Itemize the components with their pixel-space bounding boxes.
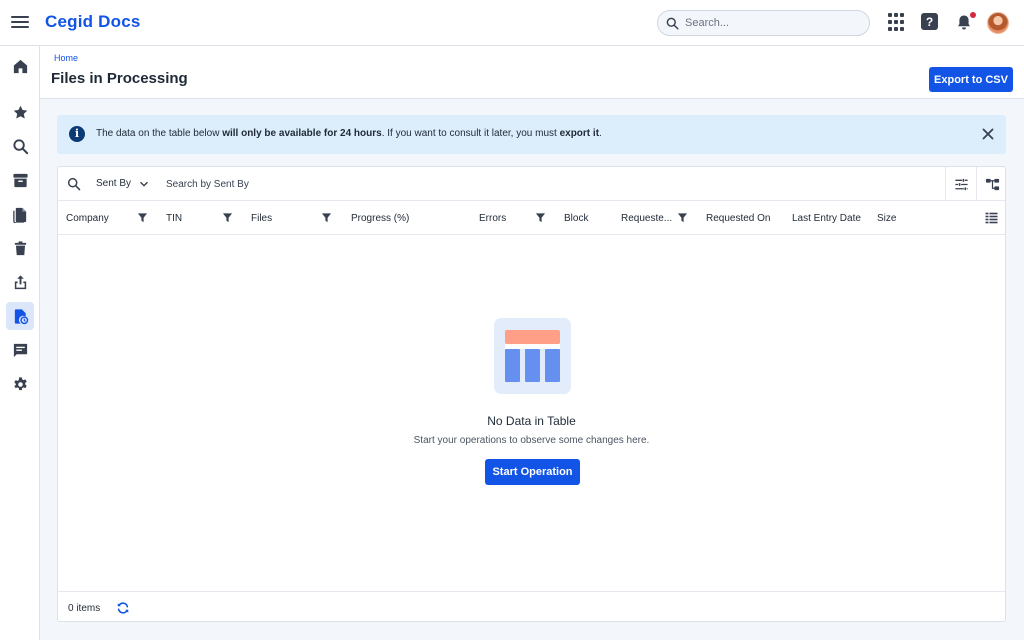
- refresh-icon[interactable]: [116, 601, 130, 615]
- sidebar-item-trash[interactable]: [6, 234, 34, 262]
- sidebar-item-home[interactable]: [6, 52, 34, 80]
- close-icon[interactable]: [981, 127, 995, 141]
- menu-icon[interactable]: [11, 13, 29, 31]
- banner-text-2: . If you want to consult it later, you m…: [381, 128, 560, 139]
- filter-icon[interactable]: [222, 212, 233, 223]
- filter-icon[interactable]: [535, 212, 546, 223]
- empty-state-title: No Data in Table: [487, 414, 576, 428]
- file-processing-icon: [14, 308, 28, 324]
- filter-icon[interactable]: [321, 212, 332, 223]
- home-icon: [13, 59, 27, 73]
- sidebar-item-archive[interactable]: [6, 166, 34, 194]
- filter-settings-button[interactable]: [945, 167, 976, 201]
- breadcrumb-home[interactable]: Home: [54, 53, 78, 63]
- help-glyph: ?: [925, 14, 934, 29]
- illustration-header: [505, 330, 560, 344]
- column-header-tin[interactable]: TIN: [166, 213, 182, 224]
- column-header-requested-on[interactable]: Requested On: [706, 213, 771, 224]
- banner-message: The data on the table below will only be…: [96, 128, 602, 139]
- banner-text-bold-1: will only be available for 24 hours: [222, 128, 382, 139]
- items-count: 0 items: [68, 603, 101, 614]
- illustration-bar: [525, 349, 540, 382]
- banner-text-bold-2: export it: [559, 128, 600, 139]
- banner-text-1: The data on the table below: [96, 128, 223, 139]
- avatar[interactable]: [987, 12, 1009, 34]
- empty-table-illustration: [494, 318, 571, 394]
- export-csv-button[interactable]: Export to CSV: [929, 67, 1013, 92]
- illustration-bar: [545, 349, 560, 382]
- sidebar-item-favorites[interactable]: [6, 98, 34, 126]
- search-icon: [67, 177, 81, 191]
- sidebar-item-share[interactable]: [6, 268, 34, 296]
- table-toolbar: Sent By: [58, 167, 1005, 201]
- column-header-size[interactable]: Size: [877, 213, 896, 224]
- search-field-label: Sent By: [96, 178, 132, 189]
- top-bar: Cegid Docs ?: [0, 0, 1024, 46]
- sidebar: [0, 46, 40, 640]
- illustration-bar: [505, 349, 520, 382]
- help-icon[interactable]: ?: [921, 13, 938, 30]
- search-icon: [666, 17, 679, 30]
- app-logo[interactable]: Cegid Docs: [45, 12, 141, 32]
- table-header: Company TIN Files Progress (%) Errors Block Re…: [58, 201, 1005, 235]
- info-icon: i: [69, 126, 85, 142]
- trash-icon: [14, 240, 26, 255]
- gear-icon: [13, 376, 27, 390]
- sidebar-item-messages[interactable]: [6, 336, 34, 364]
- message-icon: [13, 343, 27, 357]
- notification-badge: [970, 12, 976, 18]
- sidebar-item-files-processing[interactable]: [6, 302, 34, 330]
- column-header-last-entry-date[interactable]: Last Entry Date: [792, 213, 861, 224]
- filter-icon[interactable]: [137, 212, 148, 223]
- column-header-requeste[interactable]: Requeste...: [621, 213, 672, 224]
- empty-state-subtitle: Start your operations to observe some ch…: [413, 435, 650, 446]
- search-field-select[interactable]: Sent By: [96, 178, 149, 189]
- sidebar-item-search[interactable]: [6, 132, 34, 160]
- hierarchy-icon: [985, 178, 999, 190]
- start-operation-button[interactable]: Start Operation: [485, 459, 580, 485]
- global-search[interactable]: [657, 10, 870, 36]
- documents-icon: [12, 207, 26, 223]
- star-icon: [13, 105, 27, 119]
- column-header-files[interactable]: Files: [251, 213, 272, 224]
- page-header: Home Files in Processing Export to CSV: [40, 46, 1024, 99]
- table-search-input[interactable]: [166, 176, 466, 192]
- column-header-block[interactable]: Block: [564, 213, 588, 224]
- group-by-button[interactable]: [976, 167, 1007, 201]
- search-input[interactable]: [685, 17, 855, 29]
- chevron-down-icon: [140, 181, 149, 187]
- apps-grid-icon[interactable]: [887, 13, 905, 31]
- page-title: Files in Processing: [51, 70, 188, 87]
- banner-text-3: .: [599, 128, 602, 139]
- tune-icon: [954, 178, 968, 190]
- sidebar-item-settings[interactable]: [6, 370, 34, 398]
- info-banner: i The data on the table below will only …: [57, 115, 1006, 154]
- archive-icon: [12, 173, 28, 187]
- table-footer: 0 items: [58, 591, 1005, 622]
- share-icon: [14, 274, 26, 289]
- column-header-errors[interactable]: Errors: [479, 213, 506, 224]
- column-header-progress[interactable]: Progress (%): [351, 213, 409, 224]
- column-header-company[interactable]: Company: [66, 213, 109, 224]
- filter-icon[interactable]: [677, 212, 688, 223]
- sidebar-item-documents[interactable]: [6, 200, 34, 228]
- columns-menu-icon[interactable]: [985, 212, 998, 224]
- table-card: Sent By Company TIN Files Progress (%) Error…: [57, 166, 1006, 622]
- search-icon: [12, 138, 28, 154]
